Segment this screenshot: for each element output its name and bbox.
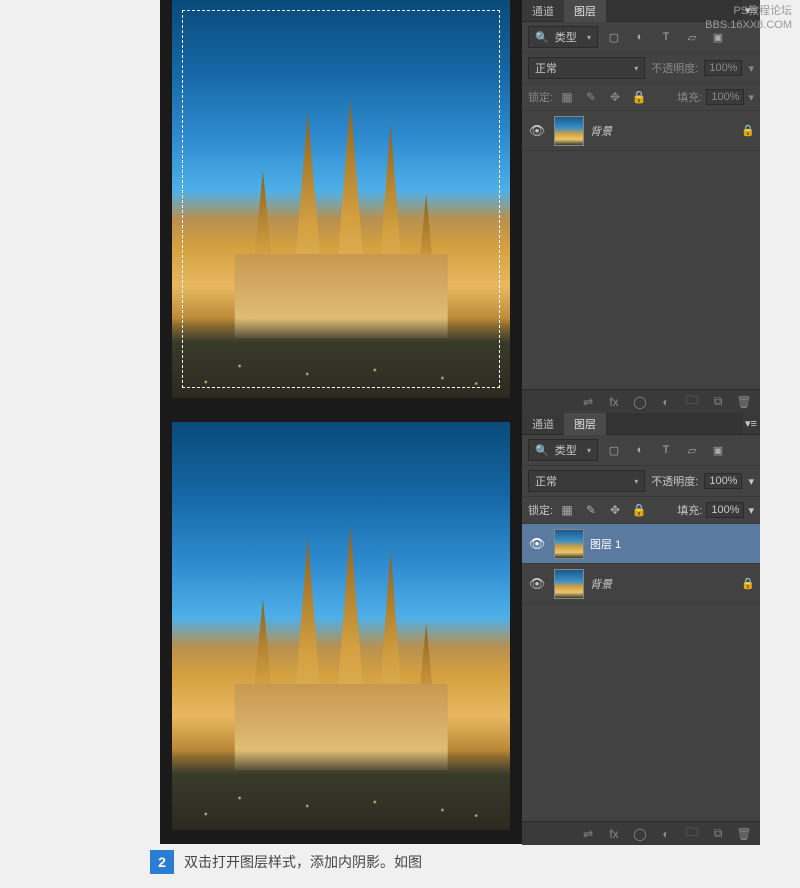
lock-pixels-icon[interactable]: ▦ <box>557 501 577 519</box>
group-icon[interactable]: 🗀 <box>680 393 704 411</box>
layers-list: 👁 图层 1 👁 背景 🔒 <box>522 524 760 821</box>
tutorial-step: 2 双击打开图层样式，添加内阴影。如图 <box>150 850 422 874</box>
link-layers-icon[interactable]: ⇌ <box>576 393 600 411</box>
watermark-line1: PS教程论坛 <box>705 4 792 18</box>
layer-name[interactable]: 图层 1 <box>590 536 734 552</box>
opacity-label: 不透明度: <box>651 473 698 489</box>
filter-type-label: 类型 <box>555 29 577 45</box>
chevron-down-icon[interactable]: ▾ <box>748 62 754 75</box>
lock-all-icon[interactable]: 🔒 <box>629 88 649 106</box>
search-icon: 🔍 <box>535 31 549 44</box>
chevron-down-icon: ▾ <box>587 33 591 42</box>
filter-type-icon[interactable]: T <box>656 441 676 459</box>
layer-thumbnail[interactable] <box>554 569 584 599</box>
chevron-down-icon[interactable]: ▾ <box>748 475 754 488</box>
tab-layers[interactable]: 图层 <box>564 0 606 22</box>
cathedral-graphic <box>223 99 460 338</box>
layer-name[interactable]: 背景 <box>590 576 734 592</box>
lock-label: 锁定: <box>528 89 553 105</box>
lock-brush-icon[interactable]: ✎ <box>581 501 601 519</box>
blend-mode-dropdown[interactable]: 正常 ▾ <box>528 57 645 79</box>
filter-adjust-icon[interactable]: ◐ <box>630 28 650 46</box>
lock-position-icon[interactable]: ✥ <box>605 501 625 519</box>
layer-mask-icon[interactable]: ◯ <box>628 825 652 843</box>
fill-label: 填充: <box>677 502 702 518</box>
layers-panel-top: 通道 图层 ▾≡ 🔍 类型 ▾ ▢ ◐ T ▱ ▣ 正常 <box>522 0 760 413</box>
new-layer-icon[interactable]: ⧉ <box>706 393 730 411</box>
watermark-line2: BBS.16XX8.COM <box>705 18 792 32</box>
new-layer-icon[interactable]: ⧉ <box>706 825 730 843</box>
lock-label: 锁定: <box>528 502 553 518</box>
fill-value[interactable]: 100% <box>706 502 744 518</box>
delete-layer-icon[interactable]: 🗑 <box>732 393 756 411</box>
opacity-label: 不透明度: <box>651 60 698 76</box>
visibility-eye-icon[interactable]: 👁 <box>526 123 548 139</box>
layers-panel-bottom: 通道 图层 ▾≡ 🔍 类型 ▾ ▢ ◐ T ▱ ▣ 正常 <box>522 413 760 845</box>
link-layers-icon[interactable]: ⇌ <box>576 825 600 843</box>
filter-pixel-icon[interactable]: ▢ <box>604 28 624 46</box>
lock-position-icon[interactable]: ✥ <box>605 88 625 106</box>
layer-effects-icon[interactable]: fx <box>602 393 626 411</box>
filter-pixel-icon[interactable]: ▢ <box>604 441 624 459</box>
layers-list: 👁 背景 🔒 <box>522 111 760 389</box>
tab-channels[interactable]: 通道 <box>522 0 564 22</box>
filter-type-icon[interactable]: T <box>656 28 676 46</box>
cathedral-graphic <box>223 525 460 770</box>
search-icon: 🔍 <box>535 444 549 457</box>
layer-item-background[interactable]: 👁 背景 🔒 <box>522 111 760 151</box>
filter-shape-icon[interactable]: ▱ <box>682 28 702 46</box>
chevron-down-icon: ▾ <box>634 64 638 73</box>
delete-layer-icon[interactable]: 🗑 <box>732 825 756 843</box>
adjustment-layer-icon[interactable]: ◐ <box>654 393 678 411</box>
layer-item-layer1[interactable]: 👁 图层 1 <box>522 524 760 564</box>
layer-item-background[interactable]: 👁 背景 🔒 <box>522 564 760 604</box>
layer-thumbnail[interactable] <box>554 116 584 146</box>
blend-mode-value: 正常 <box>535 60 557 76</box>
lock-icon: 🔒 <box>740 124 756 137</box>
layer-thumbnail[interactable] <box>554 529 584 559</box>
filter-type-dropdown[interactable]: 🔍 类型 ▾ <box>528 439 598 461</box>
canvas-area-bottom[interactable] <box>160 412 522 844</box>
filter-smart-icon[interactable]: ▣ <box>708 441 728 459</box>
lock-brush-icon[interactable]: ✎ <box>581 88 601 106</box>
canvas-area-top[interactable] <box>160 0 522 412</box>
tab-channels[interactable]: 通道 <box>522 413 564 435</box>
lock-all-icon[interactable]: 🔒 <box>629 501 649 519</box>
document-image-bottom <box>172 422 510 830</box>
visibility-eye-icon[interactable]: 👁 <box>526 536 548 552</box>
blend-mode-dropdown[interactable]: 正常 ▾ <box>528 470 645 492</box>
opacity-value[interactable]: 100% <box>704 473 742 489</box>
photoshop-screenshot: 通道 图层 ▾≡ 🔍 类型 ▾ ▢ ◐ T ▱ ▣ 正常 <box>160 0 760 845</box>
tab-layers[interactable]: 图层 <box>564 413 606 435</box>
chevron-down-icon: ▾ <box>587 446 591 455</box>
layer-effects-icon[interactable]: fx <box>602 825 626 843</box>
chevron-down-icon[interactable]: ▾ <box>748 504 754 517</box>
opacity-value[interactable]: 100% <box>704 60 742 76</box>
chevron-down-icon[interactable]: ▾ <box>748 91 754 104</box>
lock-icon: 🔒 <box>740 577 756 590</box>
fill-label: 填充: <box>677 89 702 105</box>
layer-mask-icon[interactable]: ◯ <box>628 393 652 411</box>
filter-adjust-icon[interactable]: ◐ <box>630 441 650 459</box>
lock-pixels-icon[interactable]: ▦ <box>557 88 577 106</box>
step-number-badge: 2 <box>150 850 174 874</box>
panel-menu-icon[interactable]: ▾≡ <box>742 417 760 430</box>
chevron-down-icon: ▾ <box>634 477 638 486</box>
filter-type-label: 类型 <box>555 442 577 458</box>
filter-shape-icon[interactable]: ▱ <box>682 441 702 459</box>
step-instruction-text: 双击打开图层样式，添加内阴影。如图 <box>184 852 422 872</box>
filter-type-dropdown[interactable]: 🔍 类型 ▾ <box>528 26 598 48</box>
blend-mode-value: 正常 <box>535 473 557 489</box>
group-icon[interactable]: 🗀 <box>680 825 704 843</box>
visibility-eye-icon[interactable]: 👁 <box>526 576 548 592</box>
layer-name[interactable]: 背景 <box>590 123 734 139</box>
fill-value[interactable]: 100% <box>706 89 744 105</box>
document-image-top <box>172 0 510 398</box>
adjustment-layer-icon[interactable]: ◐ <box>654 825 678 843</box>
